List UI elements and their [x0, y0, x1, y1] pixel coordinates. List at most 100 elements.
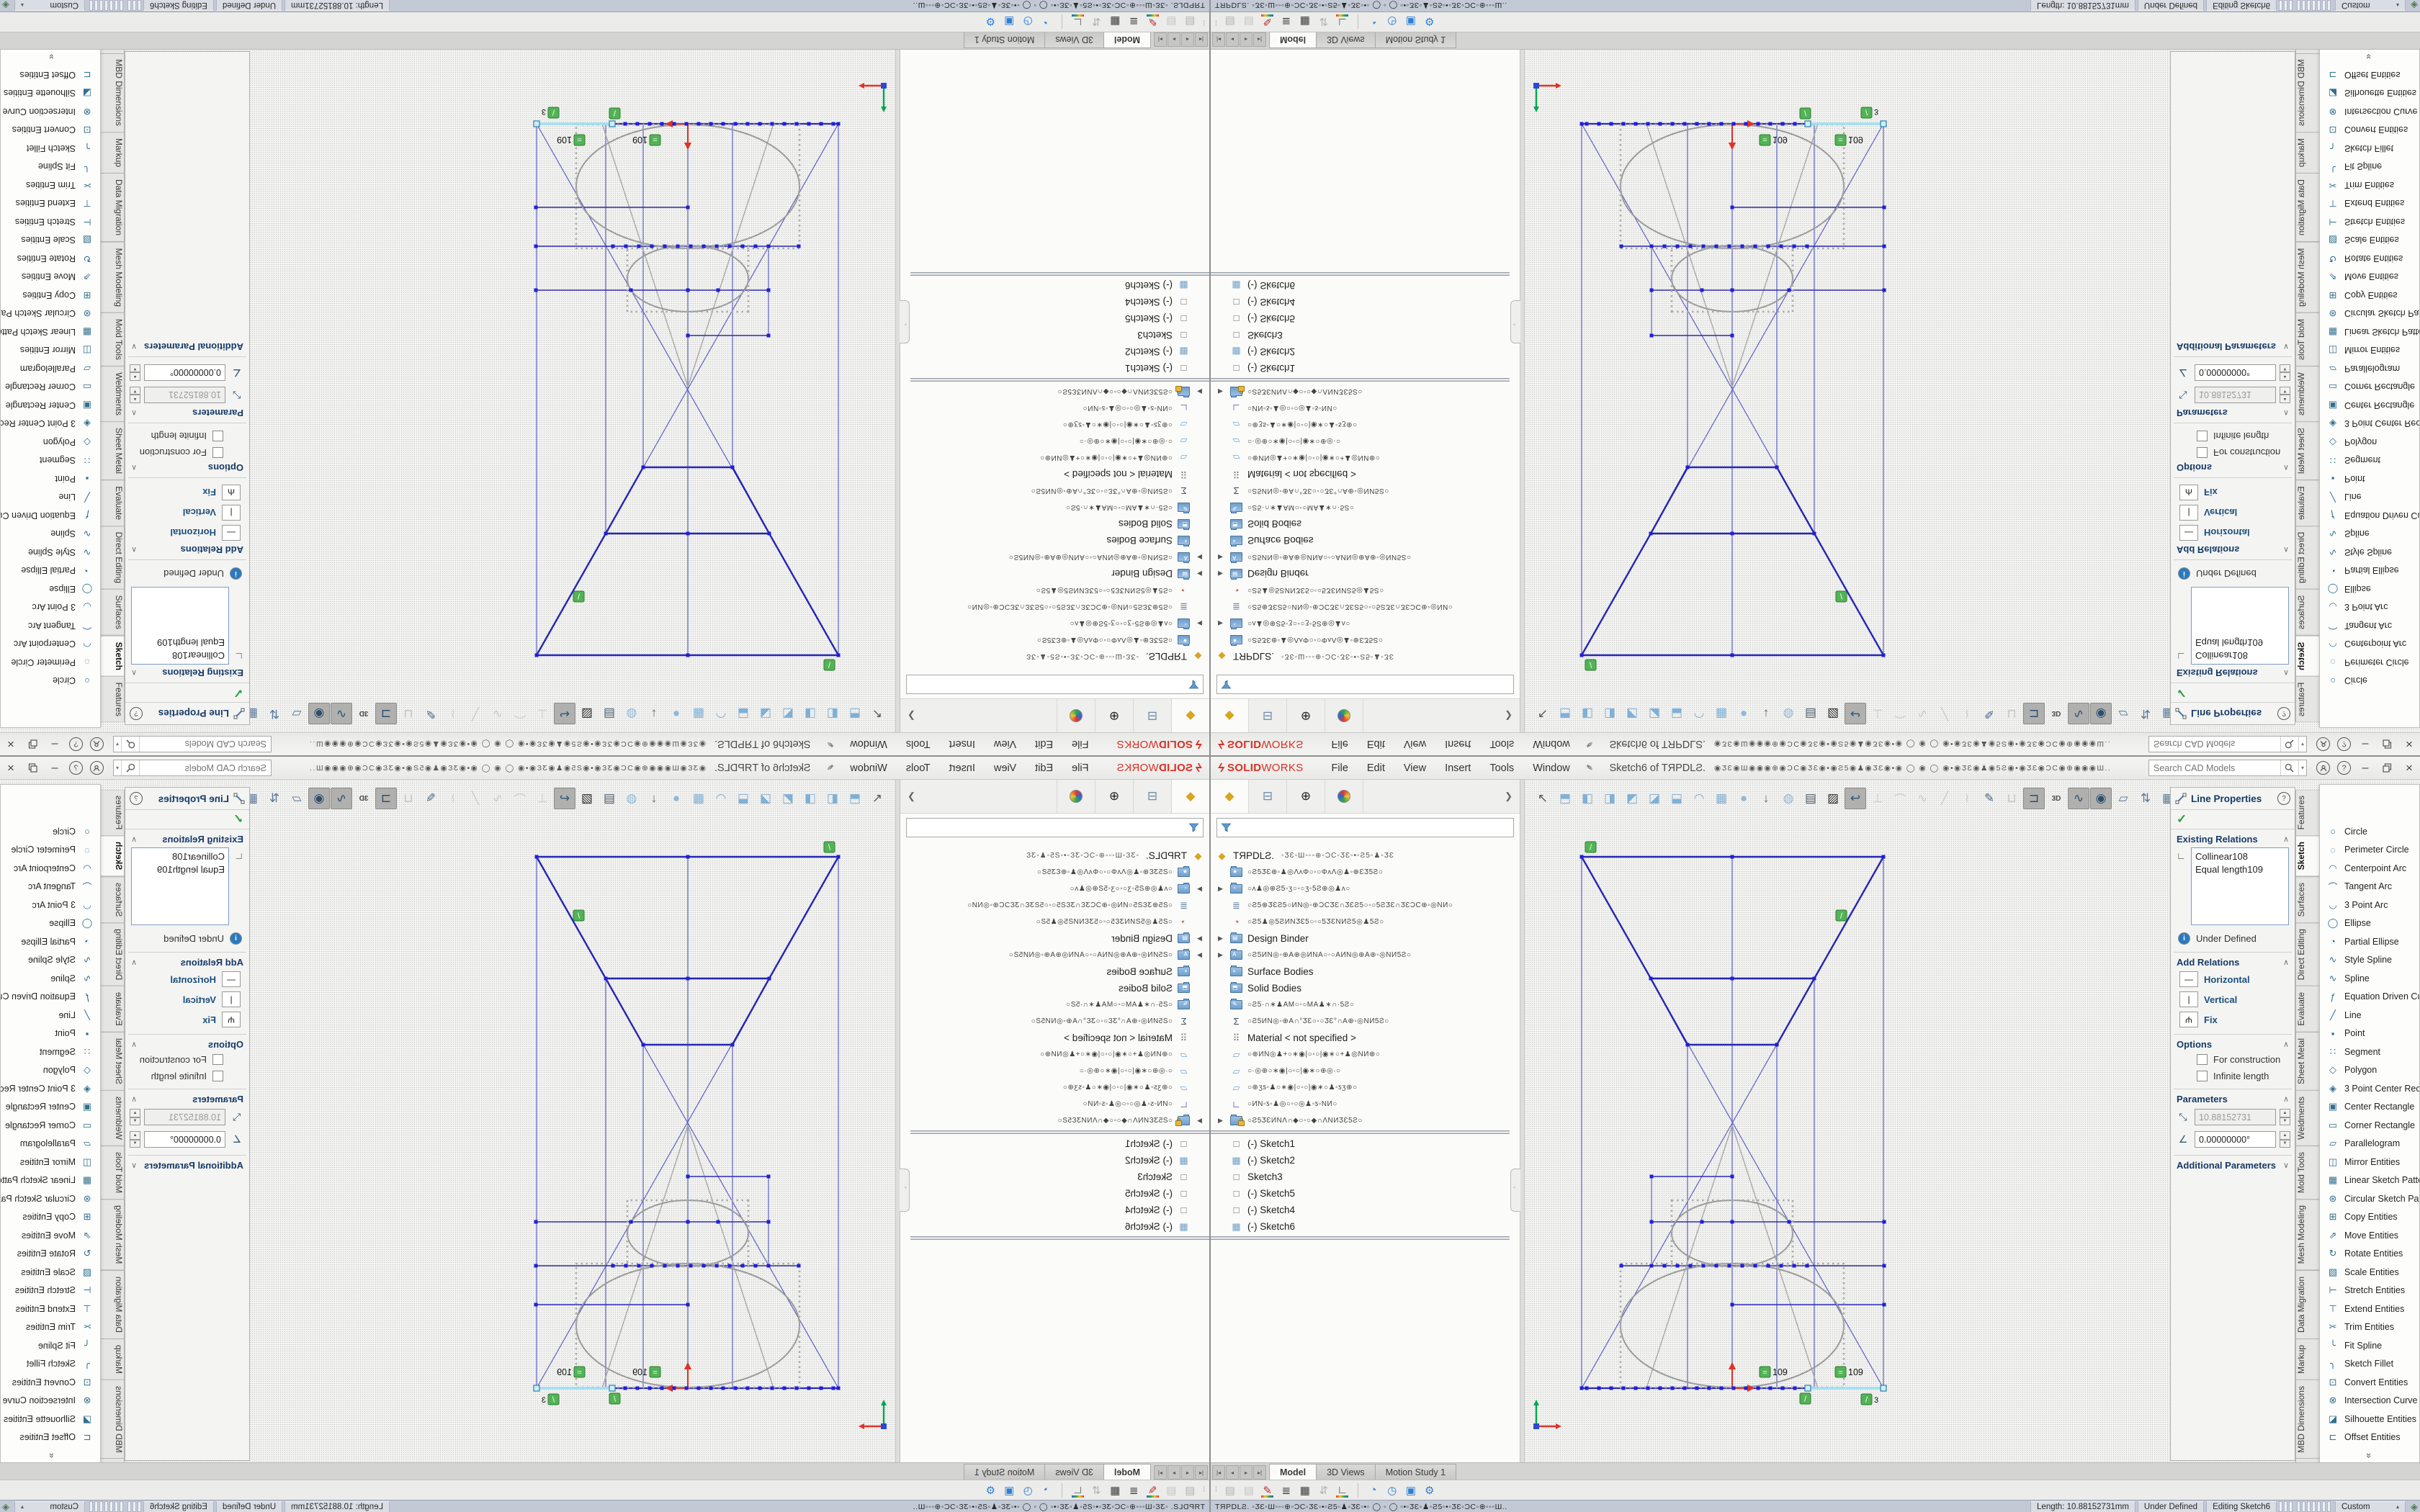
menu-item-three-point-arc[interactable]: ◡3 Point Arc	[1, 598, 100, 617]
perpendicular-icon[interactable]: ⊥	[1867, 788, 1888, 809]
search-icon[interactable]	[122, 737, 140, 752]
sphere-icon[interactable]: ●	[1733, 788, 1754, 809]
search-icon[interactable]	[122, 760, 140, 775]
tab-nav-icon[interactable]: |◂	[1195, 1465, 1208, 1480]
planes-eye-icon[interactable]: ▱	[2112, 788, 2134, 809]
menu-insert[interactable]: Insert	[940, 757, 985, 779]
tab-nav-icon[interactable]: ▸|	[1253, 1465, 1266, 1480]
pages-icon[interactable]: ▤	[1221, 1482, 1240, 1499]
sphere-icon[interactable]: ●	[666, 703, 687, 724]
sketch-point[interactable]	[1650, 1264, 1654, 1268]
angle-input[interactable]: 0.00000000°	[144, 1131, 225, 1148]
pin-icon[interactable]: ✒	[1582, 737, 1597, 752]
tree-item-annotations[interactable]: ▶A○Ƨ5ИN◎◦⊕A⊕◎ИNA○◦○AИN◎⊕A⊕◦◎NИ5Ƨ○	[910, 947, 1209, 963]
menu-item-corner-rectangle[interactable]: ▭Corner Rectangle	[1, 378, 100, 397]
menu-item-perimeter-circle[interactable]: ◌Perimeter Circle	[1, 841, 100, 860]
sketch-point[interactable]	[1610, 122, 1613, 126]
tab-featuremanager[interactable]: ◆	[1171, 780, 1209, 813]
tree-item-sketch1[interactable]: □(-) Sketch1	[1211, 1135, 1510, 1152]
user-icon[interactable]	[90, 737, 104, 751]
menu-item-three-point-center-rectangle[interactable]: ◈3 Point Center Recta...	[2320, 415, 2419, 433]
sketch-point[interactable]	[1731, 654, 1734, 657]
command-tab-features[interactable]: Features	[2295, 790, 2319, 836]
tree-item-sketch5[interactable]: □(-) Sketch5	[1211, 310, 1510, 327]
command-tab-direct-editing[interactable]: Direct Editing	[101, 526, 125, 590]
tree-item-sketch6[interactable]: ▦(-) Sketch6	[1211, 277, 1510, 294]
tree-item-surface-bodies[interactable]: ◖Surface Bodies	[1211, 963, 1510, 980]
sketch-point[interactable]	[534, 245, 538, 248]
save-icon[interactable]: ▤	[599, 788, 620, 809]
sketch-point[interactable]	[1757, 1387, 1760, 1390]
sphere-icon[interactable]: ●	[666, 788, 687, 809]
perpendicular-icon[interactable]: ⊥	[532, 703, 553, 724]
expand-arrow-icon[interactable]: ▶	[1197, 1117, 1202, 1125]
curve-tool-icon[interactable]: ∿	[487, 703, 508, 724]
chart-icon[interactable]: ∟	[1068, 1482, 1087, 1499]
three-d-views-icon[interactable]: 3D	[2045, 703, 2067, 724]
expand-tabs-icon[interactable]: ❯	[900, 780, 923, 813]
sketch-point[interactable]	[686, 532, 690, 536]
tree-item-front-plane[interactable]: ▱○⊕ИN◎♟+○∗◉|○◦○|◉∗○+♟◎NИ⊕○	[1211, 1046, 1510, 1063]
brush-icon[interactable]: ✎	[1143, 1482, 1162, 1499]
offset-eye-icon[interactable]: ⊐	[375, 788, 397, 809]
menu-item-scale-entities[interactable]: ▧Scale Entities	[1, 231, 100, 250]
tab-nav-icon[interactable]: |◂	[1212, 1465, 1225, 1480]
menu-item-trim-entities[interactable]: ✂Trim Entities	[1, 1318, 100, 1337]
loft-icon[interactable]: ◩	[1621, 788, 1643, 809]
pencil-icon[interactable]: ✎	[1978, 703, 2000, 724]
command-tab-mesh-modeling[interactable]: Mesh Modeling	[101, 241, 125, 312]
doc-tab-motion-study-1[interactable]: Motion Study 1	[1375, 1464, 1456, 1480]
points-eye-icon[interactable]: ◉	[308, 788, 330, 809]
tree-filter[interactable]	[906, 818, 1204, 837]
sketch-point[interactable]	[1728, 1264, 1731, 1268]
extrude-cut-icon[interactable]: ◪	[1644, 788, 1665, 809]
tag-icon[interactable]: ◈	[2, 0, 9, 12]
add-relation-vertical[interactable]: |Vertical	[2171, 989, 2295, 1009]
menu-item-trim-entities[interactable]: ✂Trim Entities	[2320, 1318, 2419, 1337]
length-spinner[interactable]: ▲▼	[130, 387, 140, 403]
menu-item-circle[interactable]: ○Circle	[2320, 822, 2419, 841]
grid-table-icon[interactable]: ▦	[1106, 14, 1124, 31]
menu-item-silhouette-entities[interactable]: ◪Silhouette Entities	[1, 1410, 100, 1428]
search-dropdown-icon[interactable]: ▾	[2298, 760, 2306, 775]
relations-listbox[interactable]: Collinear108Equal length109	[131, 587, 229, 665]
expand-arrow-icon[interactable]: ▶	[1218, 387, 1223, 395]
tree-item-origin[interactable]: ∟○ИN◦ƽ◦♟◎○◦○◎♟◦ƽ◦NИ○	[910, 400, 1209, 416]
sketch-point[interactable]	[1731, 855, 1734, 859]
save-icon[interactable]: ▤	[1800, 788, 1821, 809]
sketch-point[interactable]	[1708, 1387, 1711, 1390]
tree-item-locked-folder[interactable]: ▶○Ƨ5ӠƐИNɅ∩◆○◦○◆∩ɅNИӠƐ5Ƨ○	[910, 1112, 1209, 1129]
sketch-point[interactable]	[663, 1264, 667, 1268]
tab-propertymanager[interactable]: ⊟	[1249, 780, 1287, 813]
search-box[interactable]: ▾	[113, 736, 272, 752]
sketch-point[interactable]	[820, 122, 823, 126]
select-icon[interactable]: ↖	[1532, 788, 1554, 809]
cylinder-icon[interactable]: ◍	[1778, 788, 1799, 809]
sketch-point[interactable]	[604, 977, 608, 981]
option-for-construction[interactable]: For construction	[125, 444, 249, 461]
sketch-point[interactable]	[1585, 1387, 1589, 1390]
sketch-point[interactable]	[611, 245, 615, 248]
extrude-boss-icon[interactable]: ⬒	[844, 703, 866, 724]
menu-item-line[interactable]: ╱Line	[1, 488, 100, 507]
command-tab-sketch[interactable]: Sketch	[101, 635, 125, 676]
sketch-point[interactable]	[807, 122, 811, 126]
chart-icon[interactable]: ∟	[1333, 14, 1352, 31]
restore-button[interactable]	[22, 739, 44, 749]
zebra-stripes-icon[interactable]: ▨	[576, 788, 598, 809]
sketch-point[interactable]	[1715, 245, 1718, 248]
menu-item-tangent-arc[interactable]: ⌒Tangent Arc	[1, 616, 100, 635]
command-tab-markup[interactable]: Markup	[2295, 1338, 2319, 1380]
sketch-point[interactable]	[642, 1043, 645, 1047]
tab-nav-icon[interactable]: ▸	[1240, 1465, 1252, 1480]
tree-item-history-folder[interactable]: ▶◔○ʌ♟◎⊕Ƨ5◦ʒ○◦○ʒ◦5Ƨ⊕◎♟ʌ○	[910, 881, 1209, 897]
sketch-point[interactable]	[1741, 1264, 1744, 1268]
pm-help-icon[interactable]: ?	[130, 792, 143, 805]
tree-item-origin[interactable]: ∟○ИN◦ƽ◦♟◎○◦○◎♟◦ƽ◦NИ○	[910, 1096, 1209, 1112]
menu-item-convert-entities[interactable]: ⊡Convert Entities	[2320, 1373, 2419, 1392]
menu-item-offset-entities[interactable]: ⊏Offset Entities	[1, 66, 100, 84]
tree-filter-input[interactable]	[907, 679, 1185, 690]
status-custom-dropdown[interactable]: Custom▴	[14, 0, 85, 12]
sketch-point[interactable]	[1634, 122, 1638, 126]
tab-featuremanager[interactable]: ◆	[1211, 699, 1249, 732]
